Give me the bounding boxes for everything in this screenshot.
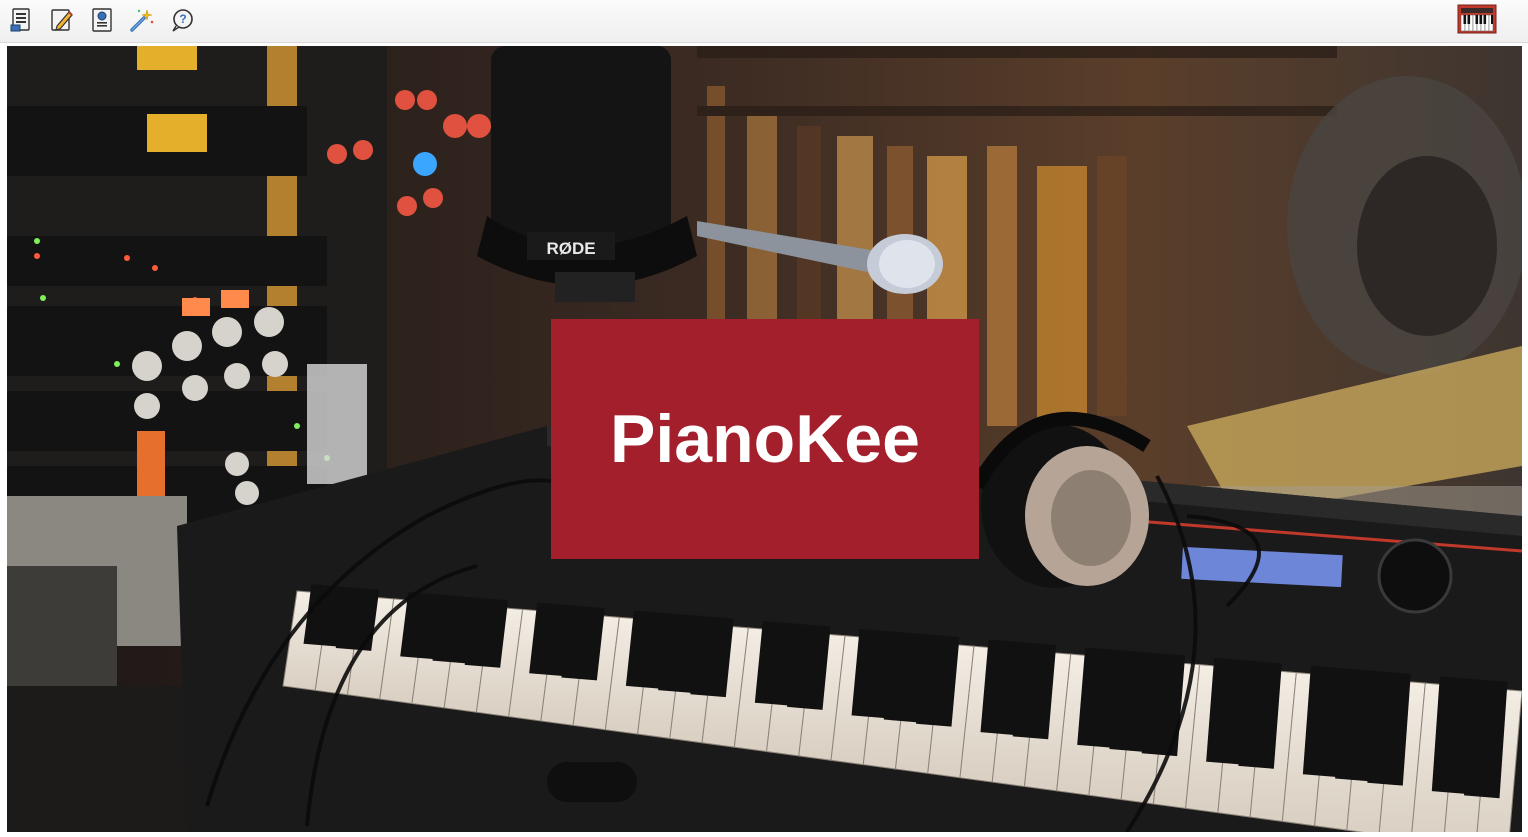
toolbar: ? bbox=[0, 0, 1528, 43]
help-bubble-icon[interactable]: ? bbox=[168, 6, 196, 34]
piano-keyboard-icon[interactable] bbox=[1456, 4, 1498, 34]
list-document-icon[interactable] bbox=[8, 6, 36, 34]
info-document-icon[interactable] bbox=[88, 6, 116, 34]
brand-title: PianoKee bbox=[610, 401, 920, 477]
svg-text:?: ? bbox=[179, 12, 186, 26]
mic-brand-label: RØDE bbox=[546, 239, 595, 258]
edit-pencil-icon[interactable] bbox=[48, 6, 76, 34]
brand-logo-box: PianoKee bbox=[551, 319, 979, 559]
hero-banner: RØDE PianoKee bbox=[7, 46, 1522, 832]
magic-wand-icon[interactable] bbox=[128, 6, 156, 34]
